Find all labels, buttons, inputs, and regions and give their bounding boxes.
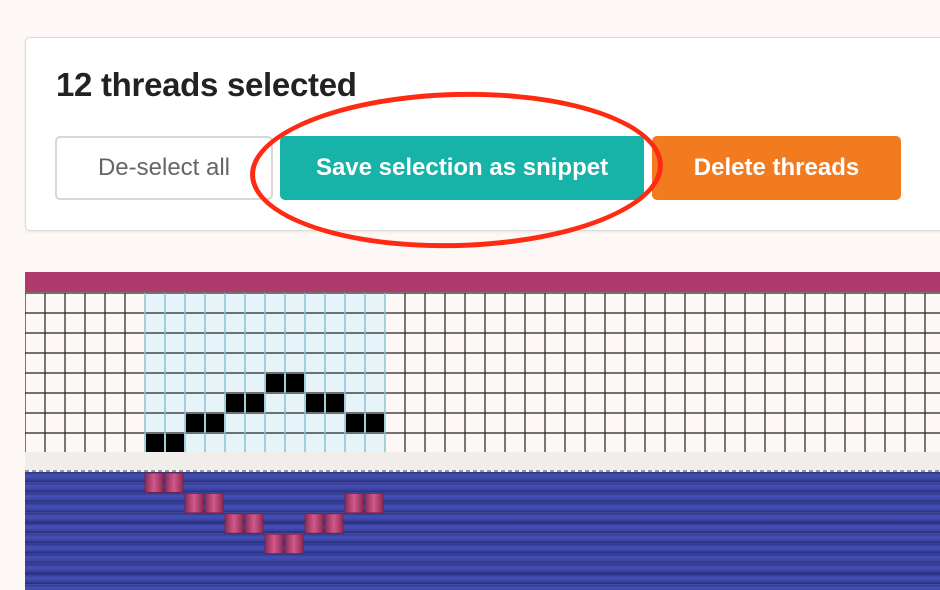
threading-grid[interactable] — [25, 292, 940, 454]
warp-float — [364, 492, 384, 514]
weft-pick — [25, 512, 940, 523]
threading-cell[interactable] — [286, 374, 304, 392]
weft-pick — [25, 584, 940, 590]
warp-float — [244, 513, 264, 534]
threading-cell[interactable] — [206, 414, 224, 432]
warp-float — [204, 492, 224, 514]
threading-cell[interactable] — [366, 414, 384, 432]
weft-pick — [25, 543, 940, 554]
weft-pick — [25, 533, 940, 544]
warp-float — [324, 513, 344, 534]
threading-cell[interactable] — [306, 394, 324, 412]
weft-pick — [25, 553, 940, 564]
threading-cell[interactable] — [246, 394, 264, 412]
warp-float — [264, 533, 284, 555]
weft-pick — [25, 563, 940, 574]
weft-pick — [25, 492, 940, 503]
weft-pick — [25, 523, 940, 534]
threading-cell[interactable] — [166, 434, 184, 452]
weft-pick — [25, 574, 940, 585]
threading-cell[interactable] — [326, 394, 344, 412]
save-selection-as-snippet-button[interactable]: Save selection as snippet — [280, 136, 644, 200]
draft-canvas[interactable] — [25, 272, 940, 590]
warp-float — [284, 533, 304, 555]
selection-panel: 12 threads selected De-select all Save s… — [25, 37, 940, 231]
grid-separator — [25, 452, 940, 470]
threading-cell[interactable] — [346, 414, 364, 432]
warp-float — [144, 472, 164, 493]
warp-float — [224, 513, 244, 534]
delete-threads-button[interactable]: Delete threads — [652, 136, 901, 200]
threading-cell[interactable] — [226, 394, 244, 412]
warp-float — [184, 492, 204, 514]
warp-float — [344, 492, 364, 514]
warp-color-bar — [25, 272, 940, 292]
warp-float — [164, 472, 184, 493]
warp-float — [304, 513, 324, 534]
threading-cell[interactable] — [266, 374, 284, 392]
threading-cell[interactable] — [186, 414, 204, 432]
weft-pick — [25, 502, 940, 513]
drawdown-preview — [25, 472, 940, 590]
deselect-all-button[interactable]: De-select all — [55, 136, 273, 200]
selection-count-title: 12 threads selected — [56, 66, 357, 103]
threading-cell[interactable] — [146, 434, 164, 452]
weave-draft[interactable] — [25, 272, 940, 590]
